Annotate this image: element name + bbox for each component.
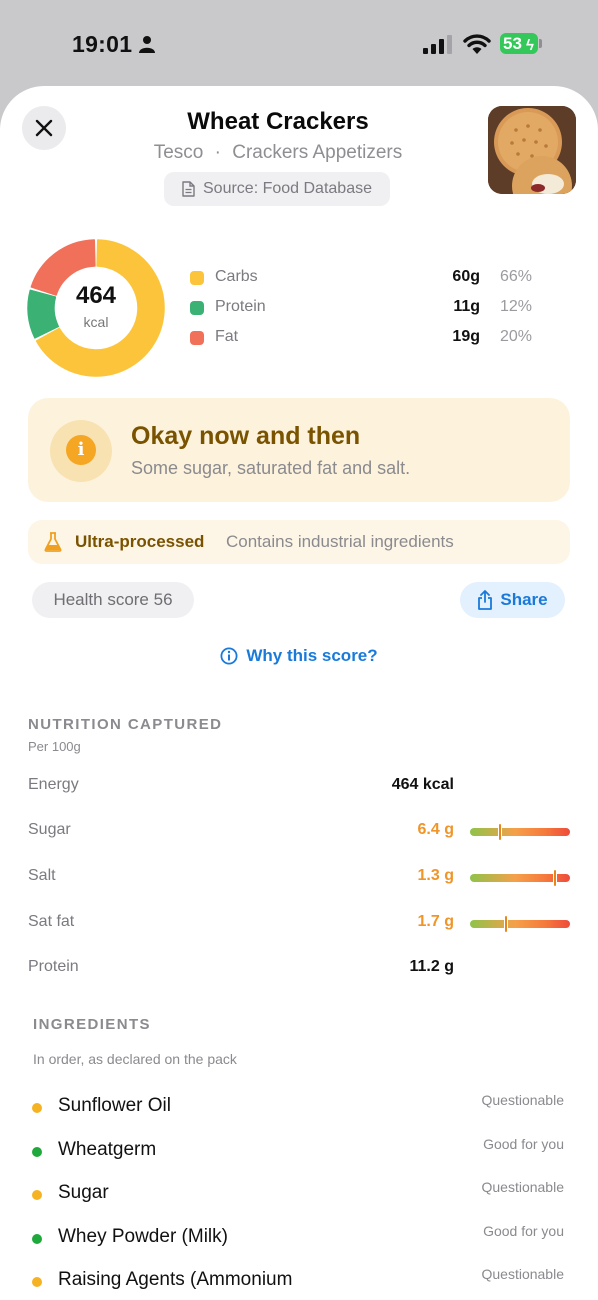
nutrient-level-bar (470, 823, 570, 841)
ingredient-rating: Questionable (481, 1092, 564, 1108)
ingredient-rating: Good for you (483, 1223, 564, 1239)
ingredients-section-title: INGREDIENTS (33, 1016, 151, 1033)
ingredients-section-subtitle: In order, as declared on the pack (33, 1051, 237, 1067)
macro-percent: 66% (499, 268, 532, 285)
subtitle-separator: · (214, 142, 221, 163)
nutrient-level-bar (470, 869, 570, 887)
nutrient-value: 1.7 g (417, 913, 454, 930)
ingredient-item[interactable]: Wheatgerm Good for you (32, 1136, 567, 1165)
nutrient-label: Salt (28, 867, 56, 884)
flask-icon (44, 532, 62, 552)
ingredient-item[interactable]: Sunflower Oil Questionable (32, 1092, 567, 1121)
nutrition-row-sat-fat: Sat fat 1.7 g (28, 911, 573, 935)
person-icon (139, 36, 155, 53)
verdict-description: Some sugar, saturated fat and salt. (131, 458, 411, 478)
level-marker (553, 869, 557, 887)
share-icon (478, 590, 493, 610)
fat-legend-swatch (190, 331, 204, 345)
product-title: Wheat Crackers (187, 108, 369, 135)
macro-row-carbs: Carbs 60g 66% (190, 266, 535, 290)
nutrient-value: 11.2 g (409, 958, 454, 975)
nutrient-value: 1.3 g (417, 867, 454, 884)
level-marker (498, 823, 502, 841)
processing-label: Ultra-processed (75, 532, 205, 551)
status-time: 19:01 (72, 31, 133, 57)
macro-grams: 60g (452, 268, 480, 285)
wifi-icon (463, 34, 491, 54)
charging-bolt-icon: ϟ (526, 37, 534, 54)
source-label: Source: Food Database (203, 180, 372, 197)
calories-value: 464 (75, 282, 117, 309)
product-category: Crackers Appetizers (232, 142, 403, 163)
macro-percent: 20% (499, 328, 532, 345)
product-detail-sheet: Wheat Crackers Tesco · Crackers Appetize… (0, 86, 598, 1300)
carbs-legend-swatch (190, 271, 204, 285)
nutrition-row-energy: Energy 464 kcal (28, 774, 573, 798)
nutrition-section-subtitle: Per 100g (28, 739, 81, 754)
macro-name: Carbs (215, 268, 258, 285)
product-subtitle: Tesco · Crackers Appetizers (0, 142, 556, 164)
ingredient-rating: Questionable (481, 1179, 564, 1195)
nutrient-value: 6.4 g (417, 821, 454, 838)
processing-banner: Ultra-processed Contains industrial ingr… (28, 520, 570, 564)
ingredient-name: Sugar (58, 1182, 109, 1203)
cellular-signal-icon (423, 35, 452, 54)
battery-level: 53 (503, 34, 522, 53)
nutrient-label: Sat fat (28, 913, 75, 930)
macro-percent: 12% (499, 298, 532, 315)
ingredient-name: Whey Powder (Milk) (58, 1226, 228, 1247)
ingredient-item[interactable]: Raising Agents (Ammonium Questionable (32, 1266, 567, 1295)
macro-row-protein: Protein 11g 12% (190, 296, 535, 320)
status-bar: 19:01 53 ϟ (0, 0, 598, 88)
info-icon: i (66, 435, 96, 465)
macro-name: Protein (215, 298, 266, 315)
why-label: Why this score? (246, 646, 378, 665)
macro-name: Fat (215, 328, 239, 345)
ingredient-name: Wheatgerm (58, 1139, 157, 1160)
ingredient-item[interactable]: Whey Powder (Milk) Good for you (32, 1223, 567, 1252)
ingredient-name: Raising Agents (Ammonium (58, 1269, 293, 1290)
processing-description: Contains industrial ingredients (226, 532, 454, 551)
nutrition-row-sugar: Sugar 6.4 g (28, 819, 573, 843)
health-score-badge: Health score 56 (32, 582, 194, 618)
crackers-image (488, 106, 576, 194)
ingredient-rating: Questionable (481, 1266, 564, 1282)
calories-unit: kcal (83, 314, 109, 330)
ingredient-item[interactable]: Sugar Questionable (32, 1179, 567, 1208)
nutrition-section-title: NUTRITION CAPTURED (28, 716, 223, 733)
verdict-title: Okay now and then (131, 422, 361, 450)
share-label: Share (500, 590, 548, 609)
macro-grams: 11g (453, 298, 480, 315)
document-icon (182, 181, 195, 197)
product-brand: Tesco (153, 142, 204, 163)
macro-grams: 19g (452, 328, 480, 345)
nutrient-label: Energy (28, 776, 79, 793)
nutrition-row-salt: Salt 1.3 g (28, 865, 573, 889)
ingredient-status-dot (32, 1234, 42, 1244)
nutrient-label: Protein (28, 958, 79, 975)
macro-row-fat: Fat 19g 20% (190, 326, 535, 350)
battery-tip (539, 39, 542, 48)
verdict-card: i Okay now and then Some sugar, saturate… (28, 398, 570, 502)
ingredient-status-dot (32, 1190, 42, 1200)
why-this-score-link[interactable]: Why this score? (0, 646, 598, 666)
nutrient-value: 464 kcal (391, 776, 454, 793)
source-badge[interactable]: Source: Food Database (164, 172, 390, 206)
product-photo[interactable] (488, 106, 576, 194)
nutrient-level-bar (470, 915, 570, 933)
ingredient-status-dot (32, 1147, 42, 1157)
share-button[interactable]: Share (460, 582, 565, 618)
donut-center: 464 kcal (26, 238, 166, 378)
info-circle-icon (220, 647, 238, 665)
nutrition-row-protein: Protein 11.2 g (28, 956, 573, 980)
ingredient-status-dot (32, 1277, 42, 1287)
level-marker (504, 915, 508, 933)
ingredient-status-dot (32, 1103, 42, 1113)
protein-legend-swatch (190, 301, 204, 315)
ingredient-name: Sunflower Oil (58, 1095, 171, 1116)
nutrient-label: Sugar (28, 821, 71, 838)
battery-indicator: 53 ϟ (500, 33, 538, 54)
ingredient-rating: Good for you (483, 1136, 564, 1152)
